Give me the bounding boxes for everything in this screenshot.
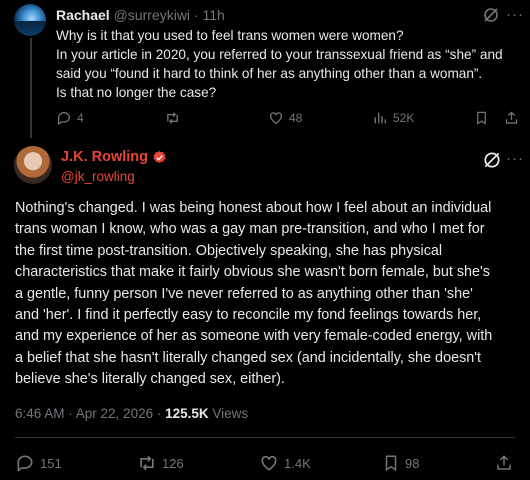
reply-button[interactable]: 151	[15, 453, 62, 473]
tweet-metadata: 6:46 AM · Apr 22, 2026 · 125.5K Views	[15, 406, 248, 421]
reply-count: 4	[77, 111, 84, 125]
views-button[interactable]: 52K	[372, 110, 414, 126]
reply-header: Rachael @surreykiwi · 11h	[56, 7, 225, 23]
reply-icon	[17, 455, 33, 472]
reply-text: Why is it that you used to feel trans wo…	[56, 26, 516, 102]
main-text-line: a belief that she hasn't literally chang…	[15, 349, 482, 366]
reply-text-line: In your article in 2020, you referred to…	[56, 47, 503, 62]
like-count: 1.4K	[284, 455, 311, 471]
main-action-bar: 151 126 1.4K 98	[15, 453, 515, 475]
bookmark-button[interactable]	[474, 110, 489, 126]
main-author-name-row: J.K. Rowling	[61, 149, 167, 165]
bookmark-icon	[385, 455, 397, 472]
main-tweet-text: Nothing's changed. I was being honest ab…	[15, 198, 525, 391]
views-count: 52K	[393, 111, 415, 125]
repost-count: 126	[162, 455, 184, 471]
repost-icon	[167, 112, 178, 124]
main-author-handle[interactable]: @jk_rowling	[61, 169, 135, 184]
reply-text-line: Why is it that you used to feel trans wo…	[56, 28, 404, 43]
main-text-line: the first time post-transition. Objectiv…	[15, 242, 443, 259]
divider	[15, 437, 515, 438]
tweet-views-count: 125.5K	[165, 406, 209, 421]
like-button[interactable]: 1.4K	[259, 453, 311, 473]
reply-button[interactable]: 4	[56, 110, 84, 126]
more-icon[interactable]: ···	[506, 150, 524, 167]
more-icon[interactable]: ···	[506, 6, 524, 23]
main-text-line: a gentle, funny person I've never referr…	[15, 285, 473, 302]
reply-action-bar: 4 48 52K	[56, 110, 526, 128]
grok-icon[interactable]	[482, 150, 502, 175]
main-tweet-header: J.K. Rowling @jk_rowling ···	[0, 140, 530, 190]
bookmark-count: 98	[405, 455, 420, 471]
reply-tweet[interactable]: Rachael @surreykiwi · 11h ··· Why is it …	[0, 0, 530, 139]
reply-author-name[interactable]: Rachael	[56, 7, 110, 23]
reply-time[interactable]: 11h	[203, 7, 225, 23]
share-button[interactable]	[504, 110, 519, 126]
bookmark-icon	[477, 111, 486, 125]
reply-text-line: said you “found it hard to think of her …	[56, 66, 483, 81]
reply-author-avatar[interactable]	[14, 4, 46, 36]
bookmark-button[interactable]: 98	[382, 453, 419, 473]
repost-button[interactable]	[164, 110, 181, 126]
like-count: 48	[289, 111, 303, 125]
like-icon	[261, 455, 277, 471]
main-author-name[interactable]: J.K. Rowling	[61, 149, 148, 165]
tweet-timestamp[interactable]: 6:46 AM · Apr 22, 2026 ·	[15, 406, 165, 421]
reply-separator: ·	[193, 7, 199, 23]
repost-button[interactable]: 126	[137, 453, 184, 473]
main-text-line: and my experience of her as someone with…	[15, 328, 493, 345]
thread-line	[30, 38, 32, 138]
like-icon	[270, 112, 282, 125]
reply-icon	[58, 112, 70, 125]
share-button[interactable]	[495, 453, 513, 473]
main-text-line: believe she's literally changed sex, eit…	[15, 371, 285, 388]
tweet-views-label: Views	[208, 406, 249, 421]
like-button[interactable]: 48	[268, 110, 302, 126]
share-icon	[497, 455, 511, 470]
repost-icon	[140, 455, 154, 471]
reply-count: 151	[40, 455, 62, 471]
main-text-line: trans woman I know, who was a gay man pr…	[15, 221, 485, 238]
main-author-avatar[interactable]	[14, 146, 52, 184]
verified-badge-icon	[153, 150, 166, 163]
main-text-line: and 'her'. I find it perfectly easy to r…	[15, 307, 482, 324]
reply-text-line: Is that no longer the case?	[56, 85, 217, 100]
reply-author-handle[interactable]: @surreykiwi	[114, 7, 190, 23]
views-icon	[374, 112, 386, 124]
main-text-line: characteristics that make it fairly obvi…	[15, 264, 491, 281]
main-text-line: Nothing's changed. I was being honest ab…	[15, 200, 492, 216]
share-icon	[505, 111, 518, 124]
